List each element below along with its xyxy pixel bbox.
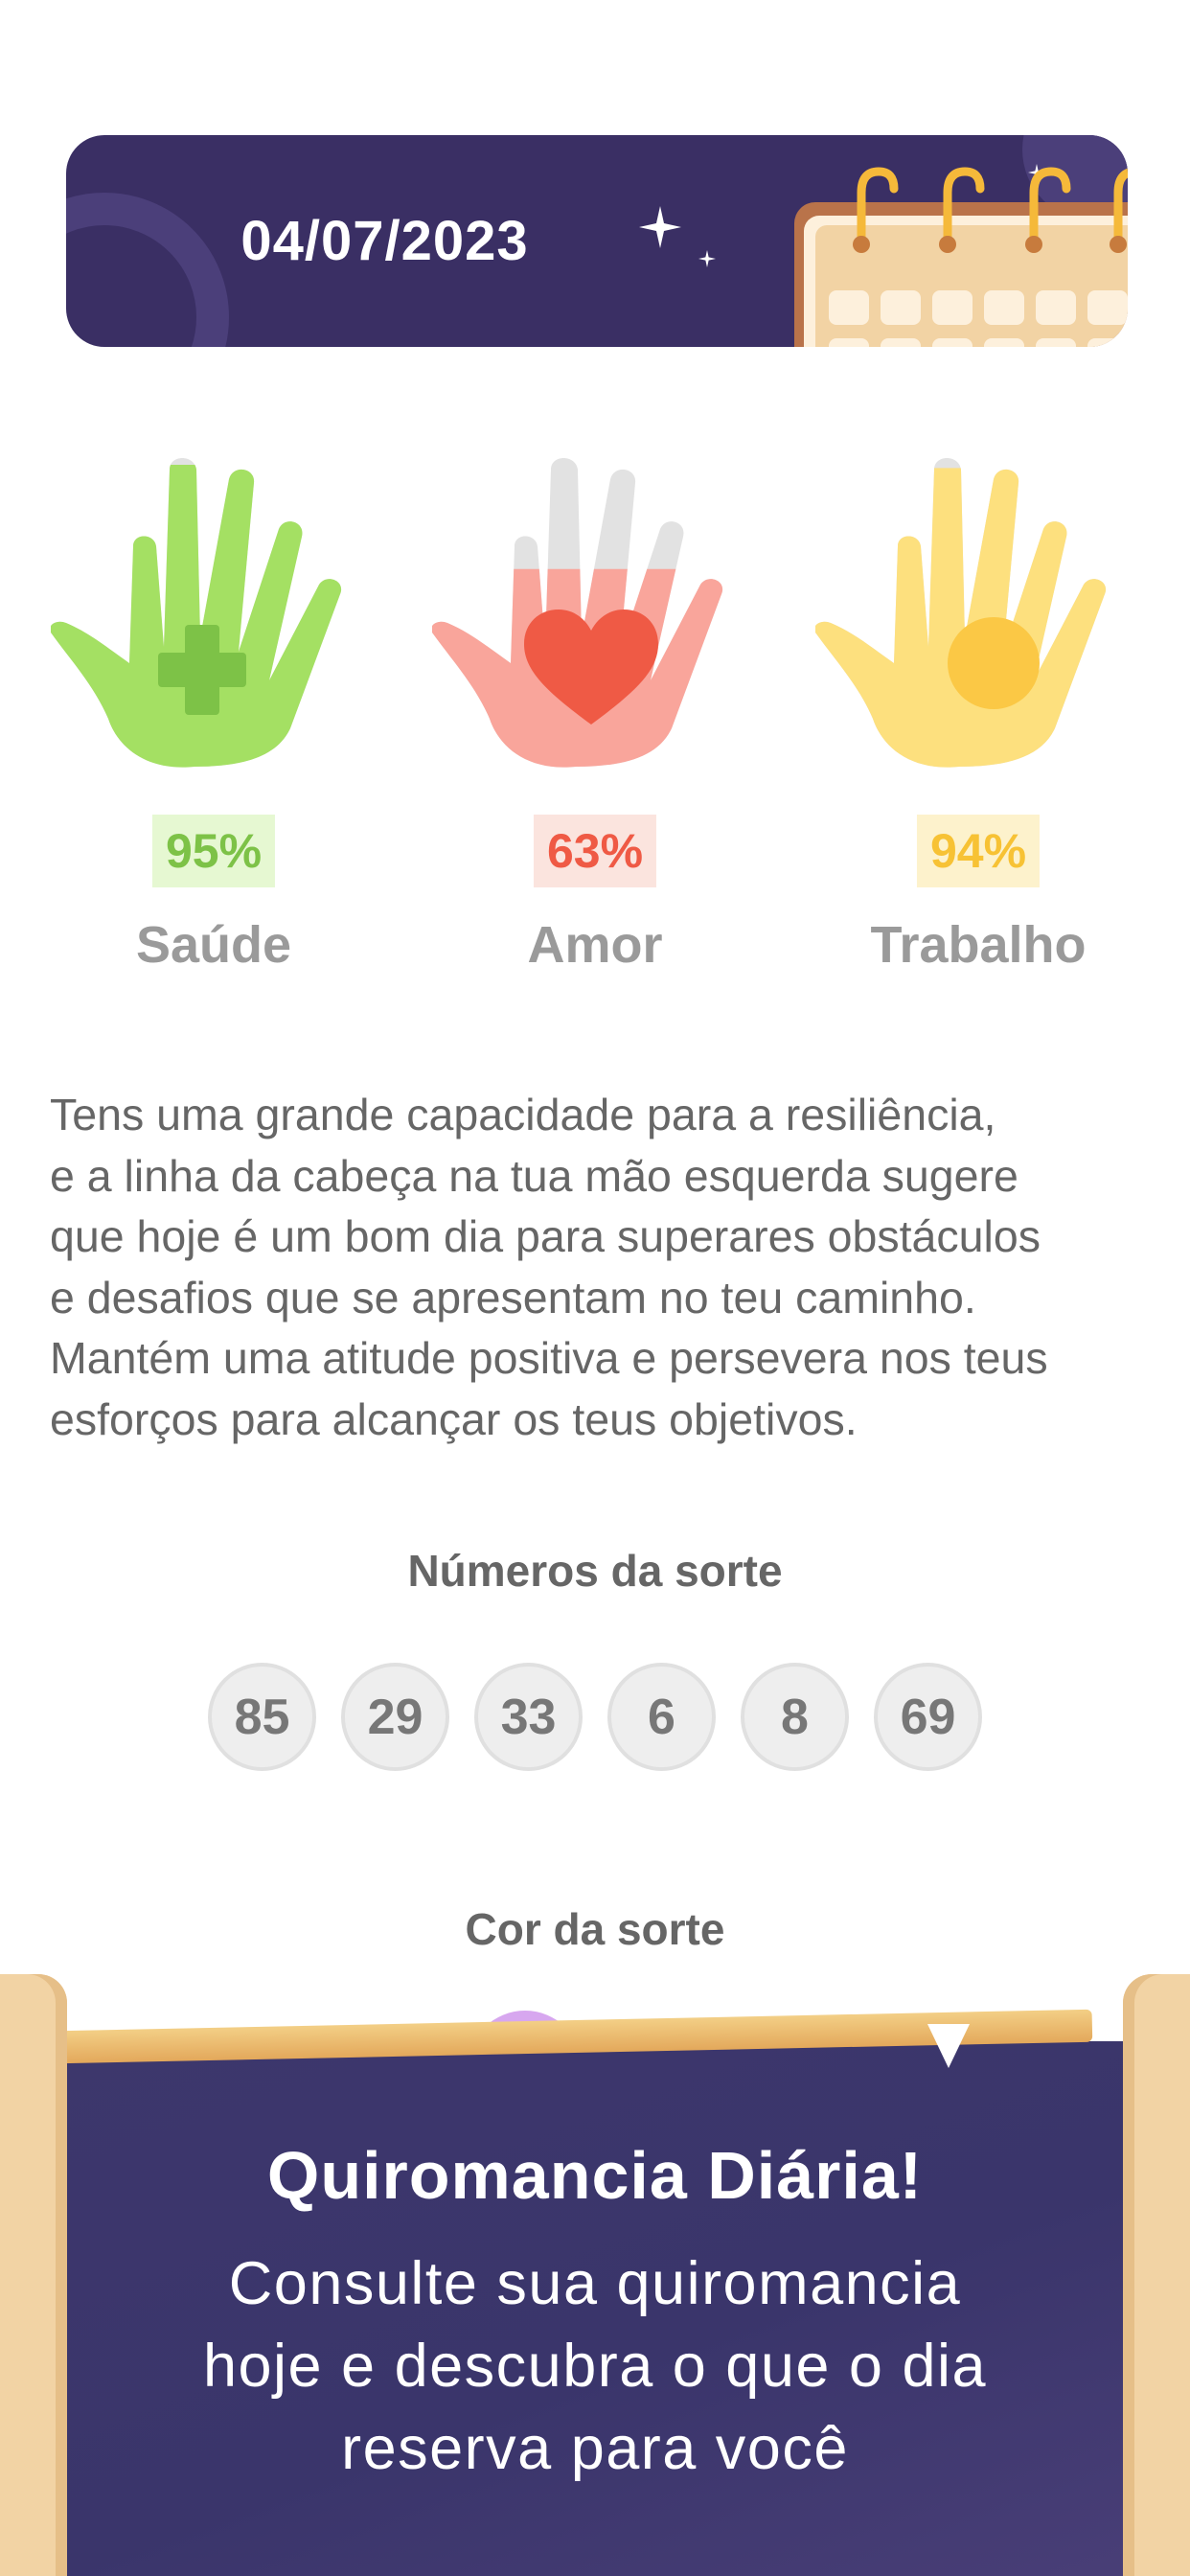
promo-subtitle-line: reserva para você bbox=[341, 2415, 849, 2482]
promo-subtitle-line: hoje e descubra o que o dia bbox=[202, 2333, 988, 2400]
hand-work-icon bbox=[815, 458, 1107, 768]
hand-health-icon bbox=[51, 458, 342, 768]
sparkle-icon bbox=[639, 206, 681, 248]
panel-notch bbox=[927, 2024, 970, 2068]
lucky-numbers-row: 85 29 33 6 8 69 bbox=[208, 1663, 986, 1773]
score-amor: 63% Amor bbox=[432, 441, 758, 997]
description-line: esforços para alcançar os teus objetivos… bbox=[50, 1393, 858, 1444]
date-label: 04/07/2023 bbox=[240, 210, 529, 272]
promo-subtitle-line: Consulte sua quiromancia bbox=[228, 2250, 962, 2317]
promo-subtitle: Consulte sua quiromancia hoje e descubra… bbox=[86, 2242, 1104, 2490]
promo-title: Quiromancia Diária! bbox=[266, 2138, 924, 2213]
calendar-icon bbox=[794, 167, 1128, 347]
score-saude: 95% Saúde bbox=[51, 441, 377, 997]
hand-love-icon bbox=[432, 458, 723, 768]
description-line: e a linha da cabeça na tua mão esquerda … bbox=[50, 1150, 1018, 1201]
lucky-number: 33 bbox=[474, 1663, 583, 1771]
work-label: Trabalho bbox=[870, 916, 1087, 974]
lucky-numbers-title: Números da sorte bbox=[407, 1546, 783, 1596]
health-percent-badge: 95% bbox=[151, 815, 276, 887]
scroll-roll-left bbox=[0, 1974, 67, 2576]
score-section: 95% Saúde 63% Amor 94% Trabalho bbox=[0, 441, 1190, 997]
lucky-number: 6 bbox=[607, 1663, 716, 1771]
sparkle-icon bbox=[698, 250, 716, 267]
description-line: Tens uma grande capacidade para a resili… bbox=[50, 1090, 996, 1139]
date-banner: 04/07/2023 bbox=[66, 135, 1128, 347]
work-percent-badge: 94% bbox=[916, 815, 1041, 887]
lucky-number: 8 bbox=[741, 1663, 849, 1771]
lucky-number: 85 bbox=[208, 1663, 316, 1771]
sun-icon bbox=[948, 617, 1040, 709]
lucky-number: 69 bbox=[874, 1663, 982, 1771]
scroll-roll-right bbox=[1123, 1974, 1190, 2576]
reading-description: Tens uma grande capacidade para a resili… bbox=[50, 1085, 1152, 1450]
health-label: Saúde bbox=[135, 916, 292, 974]
love-percent-badge: 63% bbox=[533, 815, 657, 887]
description-line: e desafios que se apresentam no teu cami… bbox=[50, 1272, 976, 1322]
description-line: Mantém uma atitude positiva e persevera … bbox=[50, 1333, 1048, 1383]
love-label: Amor bbox=[527, 916, 663, 974]
description-line: que hoje é um bom dia para superares obs… bbox=[50, 1211, 1041, 1261]
score-trabalho: 94% Trabalho bbox=[815, 441, 1141, 997]
lucky-number: 29 bbox=[341, 1663, 449, 1771]
